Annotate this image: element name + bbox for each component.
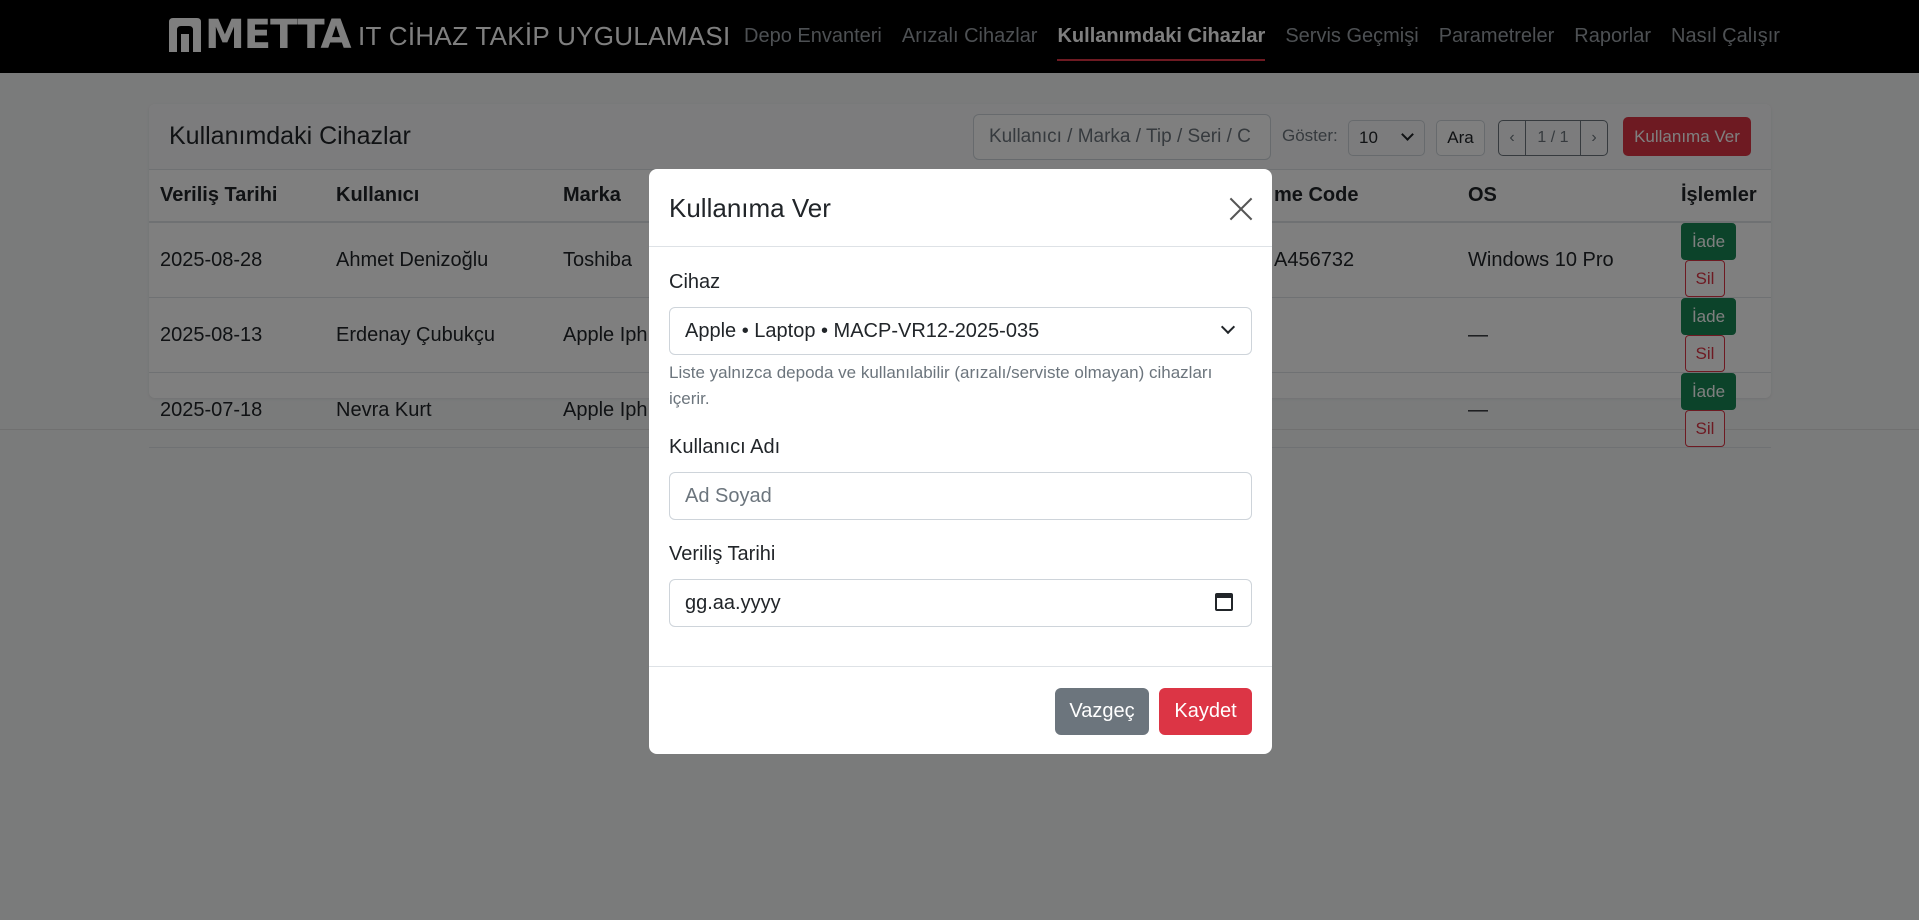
- date-input-placeholder: gg.aa.yyyy: [685, 592, 781, 614]
- device-help-text: Liste yalnızca depoda ve kullanılabilir …: [669, 363, 1213, 408]
- save-button[interactable]: Kaydet: [1159, 688, 1252, 735]
- date-input[interactable]: gg.aa.yyyy: [669, 579, 1252, 627]
- user-label: Kullanıcı Adı: [669, 436, 781, 458]
- give-device-modal: Kullanıma Ver Cihaz Apple • Laptop • MAC…: [649, 169, 1272, 754]
- modal-header: Kullanıma Ver: [649, 169, 1272, 247]
- device-select[interactable]: Apple • Laptop • MACP-VR12-2025-035: [669, 307, 1252, 355]
- calendar-icon[interactable]: [1215, 593, 1233, 611]
- user-name-input[interactable]: [669, 472, 1252, 520]
- device-select-value: Apple • Laptop • MACP-VR12-2025-035: [685, 320, 1040, 342]
- date-label: Veriliş Tarihi: [669, 543, 776, 565]
- device-label: Cihaz: [669, 271, 721, 293]
- close-icon[interactable]: [1229, 197, 1253, 221]
- cancel-button[interactable]: Vazgeç: [1055, 688, 1149, 735]
- modal-footer: Vazgeç Kaydet: [649, 666, 1272, 754]
- modal-title: Kullanıma Ver: [669, 193, 831, 223]
- chevron-down-icon: [1220, 319, 1236, 335]
